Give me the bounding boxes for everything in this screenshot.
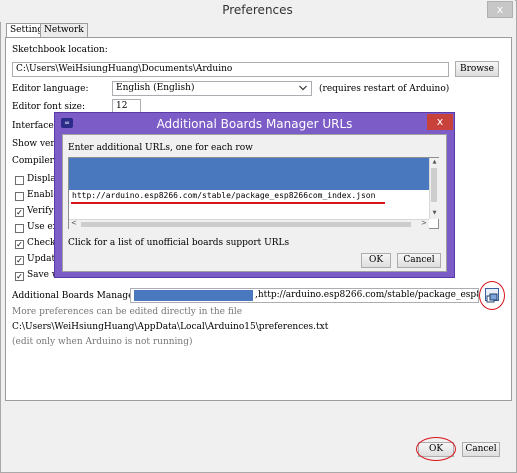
vertical-scroll-thumb[interactable] [431,168,437,202]
dialog-body: Enter additional URLs, one for each row … [62,134,447,272]
editor-language-select[interactable]: English (English) [112,81,312,96]
url-row-text: http://arduino.esp8266.com/stable/packag… [72,191,376,200]
tab-network[interactable]: Network [40,23,88,37]
cancel-button[interactable]: Cancel [462,442,500,457]
dialog-instruction: Enter additional URLs, one for each row [68,143,253,153]
scroll-up-arrow[interactable]: ▲ [430,159,439,165]
check-for-updates-checkbox[interactable]: ✓ [15,240,24,249]
dialog-ok-button[interactable]: OK [361,253,391,268]
annotation-circle-ok [416,437,456,461]
editor-font-size-field[interactable]: 12 [112,99,141,113]
dialog-cancel-button[interactable]: Cancel [397,253,441,268]
boards-manager-urls-value: ,http://arduino.esp8266.com/stable/packa… [255,290,478,300]
enable-checkbox[interactable] [15,192,24,201]
preferences-file-path: C:\Users\WeiHsiungHuang\AppData\Local\Ar… [12,322,329,332]
window-title: Preferences [222,3,293,17]
window-close-button[interactable]: x [487,1,513,18]
dialog-title: Additional Boards Manager URLs [156,117,353,131]
title-bar: Preferences x [0,0,515,22]
url-textarea[interactable]: http://arduino.esp8266.com/stable/packag… [68,157,439,229]
vertical-scrollbar[interactable]: ▲ ▼ [429,158,439,219]
dialog-close-button[interactable]: x [427,114,453,130]
chevron-down-icon [299,85,307,91]
sketchbook-label: Sketchbook location: [12,45,108,55]
scroll-left-arrow[interactable]: < [71,219,77,227]
sketchbook-location-field[interactable]: C:\Users\WeiHsiungHuang\Documents\Arduin… [12,62,449,77]
annotation-circle-urls-button [479,281,505,310]
boards-manager-urls-field[interactable]: ,http://arduino.esp8266.com/stable/packa… [130,288,479,303]
redacted-url-block [134,290,253,301]
boards-urls-dialog: ∞ Additional Boards Manager URLs x Enter… [54,112,455,278]
editor-language-label: Editor language: [12,84,89,94]
unofficial-boards-link[interactable]: Click for a list of unofficial boards su… [68,238,289,248]
update-sketch-checkbox[interactable]: ✓ [15,256,24,265]
horizontal-scrollbar[interactable]: < > [69,219,429,229]
more-preferences-text: More preferences can be edited directly … [12,307,243,317]
save-when-checkbox[interactable]: ✓ [15,272,24,281]
browse-button[interactable]: Browse [455,61,499,77]
language-restart-note: (requires restart of Arduino) [319,84,450,94]
annotation-underline [71,202,385,204]
horizontal-scroll-thumb[interactable] [81,222,411,227]
use-external-checkbox[interactable] [15,224,24,233]
edit-only-note: (edit only when Arduino is not running) [12,337,193,347]
scroll-right-arrow[interactable]: > [421,219,427,227]
editor-font-size-label: Editor font size: [12,102,86,112]
redacted-url-block [69,158,429,190]
editor-language-value: English (English) [116,83,195,93]
verify-checkbox[interactable]: ✓ [15,208,24,217]
scroll-down-arrow[interactable]: ▼ [430,210,439,216]
display-checkbox[interactable] [15,176,24,185]
